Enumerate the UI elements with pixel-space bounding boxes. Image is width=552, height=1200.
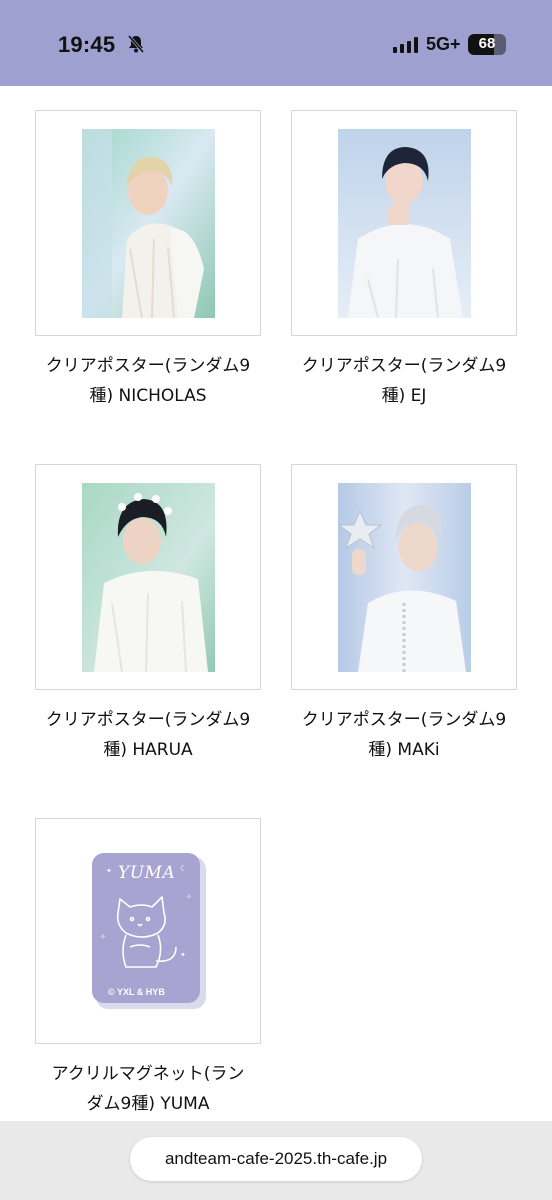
bell-muted-icon (127, 35, 145, 53)
status-time: 19:45 (58, 32, 116, 57)
cellular-signal-icon (393, 37, 418, 53)
clear-poster-image (338, 483, 471, 672)
svg-text:✦: ✦ (106, 867, 112, 875)
clear-poster-image (82, 129, 215, 318)
product-title-line2[interactable]: 種) NICHOLAS (35, 380, 261, 412)
product-title-line2[interactable]: ダム9種) YUMA (35, 1088, 261, 1120)
battery-icon: 68 (468, 34, 506, 55)
product-title[interactable]: クリアポスター(ランダム9 (291, 350, 517, 382)
product-title-line2[interactable]: 種) MAKi (291, 734, 517, 766)
magnet-copyright-text: © YXL & HYB (108, 987, 165, 997)
product-title[interactable]: クリアポスター(ランダム9 (291, 704, 517, 736)
svg-text:✧: ✧ (100, 933, 106, 941)
product-title-line2[interactable]: 種) EJ (291, 380, 517, 412)
browser-bottom-bar: andteam-cafe-2025.th-cafe.jp (0, 1121, 552, 1200)
product-thumbnail[interactable]: ✦ ☾ ✧ ✧ ✦ YUMA © YXL & HYB (35, 818, 261, 1044)
svg-text:✦: ✦ (180, 951, 186, 959)
product-title-line2[interactable]: 種) HARUA (35, 734, 261, 766)
status-bar: 19:45 5G+ 68 (0, 0, 552, 86)
magnet-name-text: YUMA (118, 863, 176, 883)
product-thumbnail[interactable] (35, 464, 261, 690)
clear-poster-image (82, 483, 215, 672)
product-thumbnail[interactable] (291, 110, 517, 336)
product-title[interactable]: アクリルマグネット(ラン (35, 1058, 261, 1090)
product-title[interactable]: クリアポスター(ランダム9 (35, 350, 261, 382)
battery-percent: 68 (478, 35, 496, 52)
network-type: 5G+ (426, 34, 461, 54)
product-thumbnail[interactable] (35, 110, 261, 336)
svg-text:✧: ✧ (186, 893, 192, 901)
clear-poster-image (338, 129, 471, 318)
product-title[interactable]: クリアポスター(ランダム9 (35, 704, 261, 736)
svg-text:☾: ☾ (180, 864, 187, 873)
product-thumbnail[interactable] (291, 464, 517, 690)
address-bar[interactable]: andteam-cafe-2025.th-cafe.jp (130, 1137, 422, 1181)
